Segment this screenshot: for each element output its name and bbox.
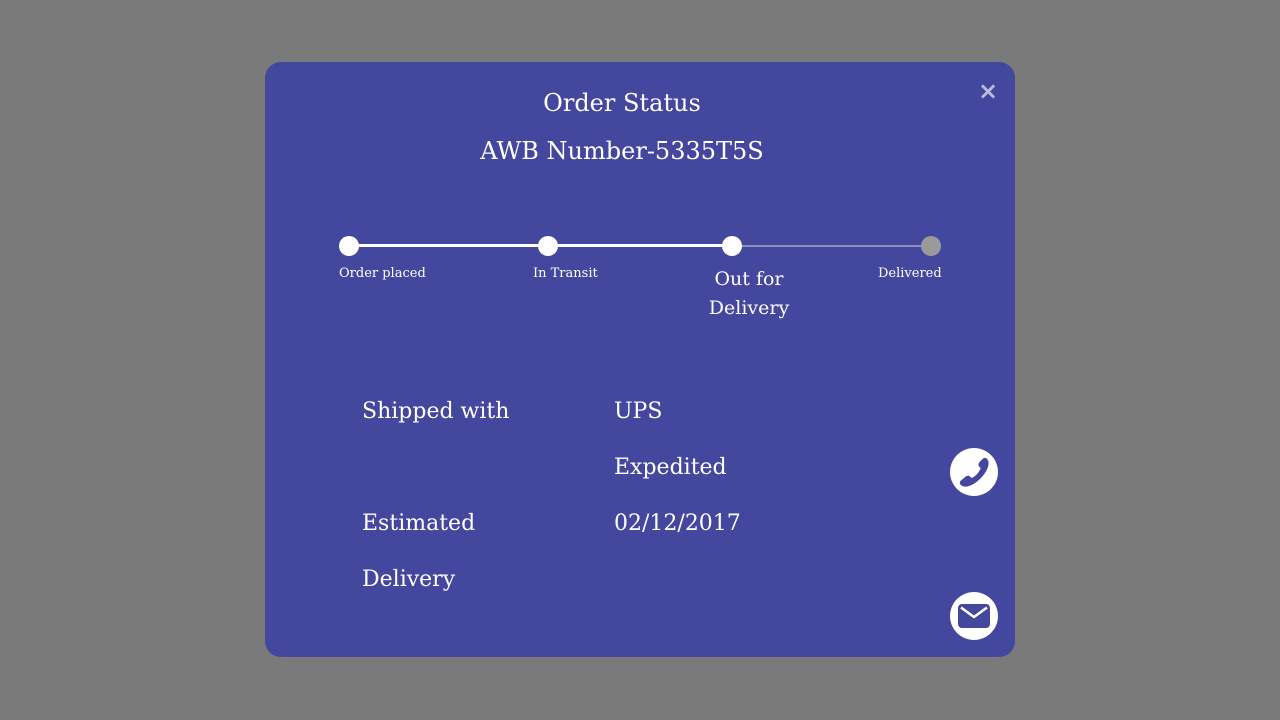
step-label-in-transit: In Transit	[533, 266, 598, 281]
step-label-order-placed: Order placed	[339, 266, 426, 281]
awb-value: 5335T5S	[654, 137, 764, 165]
close-icon[interactable]: ×	[977, 76, 999, 106]
awb-prefix: AWB Number	[480, 137, 647, 165]
envelope-icon	[958, 604, 990, 628]
estimated-delivery-value: 02/12/2017	[614, 511, 741, 536]
carrier-value: UPS	[614, 399, 663, 424]
step-dot-in-transit	[538, 236, 558, 256]
call-button[interactable]	[950, 448, 998, 496]
service-value: Expedited	[614, 455, 727, 480]
awb-separator: -	[646, 137, 655, 165]
step-dot-out-for-delivery	[722, 236, 742, 256]
phone-icon	[959, 457, 989, 487]
estimated-delivery-label-line1: Estimated	[362, 511, 476, 536]
awb-number: AWB Number-5335T5S	[265, 134, 979, 168]
step-dot-order-placed	[339, 236, 359, 256]
step-label-delivered: Delivered	[878, 266, 942, 281]
email-button[interactable]	[950, 592, 998, 640]
modal-title: Order Status	[543, 89, 701, 117]
step-dot-delivered	[921, 236, 941, 256]
step-label-out-for-delivery: Out for Delivery	[708, 268, 790, 319]
shipped-with-label: Shipped with	[362, 399, 510, 424]
progress-track-segment-1	[349, 244, 548, 247]
progress-track-segment-2	[548, 244, 732, 247]
order-status-modal: × Order Status AWB Number-5335T5S Order …	[265, 62, 1015, 657]
progress-track-segment-3	[732, 245, 931, 247]
estimated-delivery-label-line2: Delivery	[362, 567, 456, 592]
